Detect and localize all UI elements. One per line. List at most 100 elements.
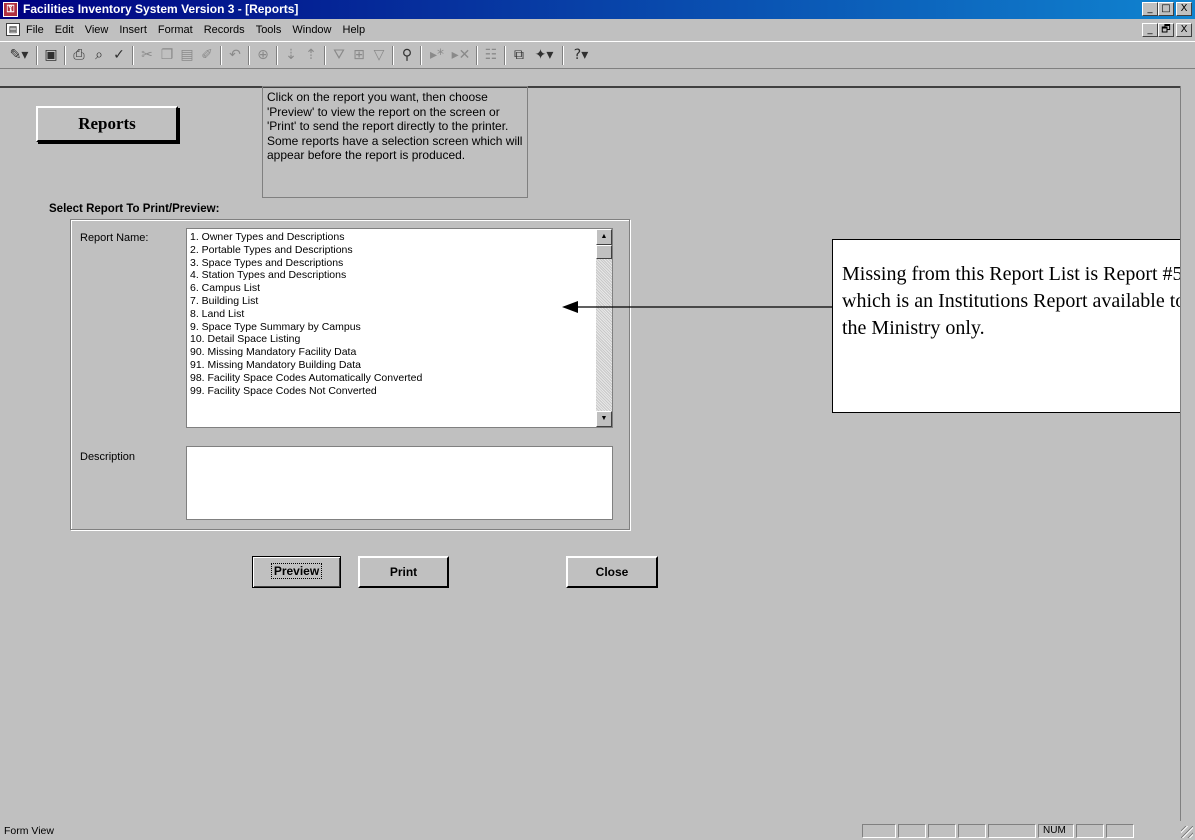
close-window-button[interactable]: X	[1176, 2, 1192, 16]
status-panes: NUM	[862, 824, 1134, 838]
num-lock-indicator: NUM	[1038, 824, 1074, 838]
sort-ascending-icon[interactable]: ⇣	[282, 46, 300, 64]
maximize-button[interactable]: □	[1158, 2, 1174, 16]
menu-insert[interactable]: Insert	[119, 24, 147, 36]
list-item[interactable]: 90. Missing Mandatory Facility Data	[190, 346, 585, 359]
menu-format[interactable]: Format	[158, 24, 193, 36]
toolbar-separator	[476, 46, 478, 65]
doc-minimize-button[interactable]: _	[1142, 23, 1158, 37]
select-report-label: Select Report To Print/Preview:	[49, 203, 220, 215]
document-controls: _ 🗗 X	[1142, 23, 1192, 37]
form-border	[0, 86, 1180, 88]
new-object-icon[interactable]: ✦▾	[530, 46, 558, 64]
list-item[interactable]: 2. Portable Types and Descriptions	[190, 244, 585, 257]
report-list-scrollbar[interactable]: ▲ ▼	[596, 229, 612, 427]
menu-bar: ▤ File Edit View Insert Format Records T…	[0, 20, 1195, 40]
list-item[interactable]: 98. Facility Space Codes Automatically C…	[190, 372, 585, 385]
list-item[interactable]: 9. Space Type Summary by Campus	[190, 321, 585, 334]
status-bar: Form View NUM	[0, 822, 1195, 840]
list-item[interactable]: 6. Campus List	[190, 282, 585, 295]
copy-icon[interactable]: ❐	[158, 46, 176, 64]
toolbar-separator	[64, 46, 66, 65]
callout-arrow	[562, 301, 832, 313]
list-item[interactable]: 91. Missing Mandatory Building Data	[190, 359, 585, 372]
menu-help[interactable]: Help	[343, 24, 366, 36]
properties-icon[interactable]: ☷	[482, 46, 500, 64]
window-controls: _ □ X	[1142, 2, 1192, 16]
filter-by-selection-icon[interactable]: ⛛	[330, 46, 348, 64]
status-pane	[898, 824, 926, 838]
status-pane	[1106, 824, 1134, 838]
menu-edit[interactable]: Edit	[55, 24, 74, 36]
description-field[interactable]	[186, 446, 613, 520]
list-item[interactable]: 3. Space Types and Descriptions	[190, 257, 585, 270]
window-title: Facilities Inventory System Version 3 - …	[23, 2, 299, 16]
list-item[interactable]: 7. Building List	[190, 295, 585, 308]
menu-window[interactable]: Window	[292, 24, 331, 36]
scroll-up-icon[interactable]: ▲	[596, 229, 612, 245]
status-pane	[928, 824, 956, 838]
design-view-icon[interactable]: ✎▾	[6, 46, 32, 64]
menu-tools[interactable]: Tools	[256, 24, 282, 36]
toolbar-separator	[392, 46, 394, 65]
report-list-items: 1. Owner Types and Descriptions 2. Porta…	[190, 231, 585, 397]
window-right-edge	[1180, 86, 1195, 821]
new-record-icon[interactable]: ▸*	[426, 46, 448, 64]
report-name-label: Report Name:	[80, 232, 149, 244]
list-item[interactable]: 8. Land List	[190, 308, 585, 321]
toolbar-separator	[276, 46, 278, 65]
print-button[interactable]: Print	[358, 556, 449, 588]
status-pane	[958, 824, 986, 838]
list-item[interactable]: 4. Station Types and Descriptions	[190, 269, 585, 282]
callout-note: Missing from this Report List is Report …	[832, 239, 1195, 413]
hyperlink-icon[interactable]: ⊕	[254, 46, 272, 64]
status-pane	[1076, 824, 1104, 838]
print-icon[interactable]: ⎙	[70, 46, 88, 64]
status-pane	[988, 824, 1036, 838]
toolbar: ✎▾ ▣ ⎙ ⌕ ✓ ✂ ❐ ▤ ✐ ↶ ⊕ ⇣ ⇡ ⛛ ⊞ ▽ ⚲ ▸* ▸✕…	[0, 41, 1195, 69]
apply-filter-icon[interactable]: ▽	[370, 46, 388, 64]
resize-grip-icon[interactable]	[1181, 826, 1193, 838]
minimize-button[interactable]: _	[1142, 2, 1158, 16]
report-list[interactable]: 1. Owner Types and Descriptions 2. Porta…	[186, 228, 613, 428]
paste-icon[interactable]: ▤	[178, 46, 196, 64]
database-window-icon[interactable]: ⧉	[510, 46, 528, 64]
spelling-icon[interactable]: ✓	[110, 46, 128, 64]
app-icon[interactable]: ⚿	[3, 2, 18, 17]
form-title: Reports	[78, 114, 136, 133]
save-icon[interactable]: ▣	[42, 46, 60, 64]
cut-icon[interactable]: ✂	[138, 46, 156, 64]
scroll-down-icon[interactable]: ▼	[596, 411, 612, 427]
undo-icon[interactable]: ↶	[226, 46, 244, 64]
menu-file[interactable]: File	[26, 24, 44, 36]
help-icon[interactable]: ?▾	[568, 46, 594, 64]
preview-button[interactable]: Preview	[252, 556, 341, 588]
toolbar-separator	[36, 46, 38, 65]
filter-by-form-icon[interactable]: ⊞	[350, 46, 368, 64]
scroll-thumb[interactable]	[596, 245, 612, 259]
delete-record-icon[interactable]: ▸✕	[450, 46, 472, 64]
doc-close-button[interactable]: X	[1176, 23, 1192, 37]
toolbar-separator	[562, 46, 564, 65]
close-button[interactable]: Close	[566, 556, 658, 588]
print-preview-icon[interactable]: ⌕	[90, 46, 108, 64]
menu-records[interactable]: Records	[204, 24, 245, 36]
status-text: Form View	[4, 825, 54, 837]
toolbar-separator	[220, 46, 222, 65]
format-painter-icon[interactable]: ✐	[198, 46, 216, 64]
status-pane	[862, 824, 896, 838]
preview-button-label: Preview	[270, 563, 323, 579]
find-icon[interactable]: ⚲	[398, 46, 416, 64]
toolbar-separator	[504, 46, 506, 65]
doc-restore-button[interactable]: 🗗	[1158, 23, 1174, 37]
sort-descending-icon[interactable]: ⇡	[302, 46, 320, 64]
toolbar-separator	[248, 46, 250, 65]
title-bar[interactable]: ⚿ Facilities Inventory System Version 3 …	[0, 0, 1195, 19]
menu-view[interactable]: View	[85, 24, 109, 36]
list-item[interactable]: 99. Facility Space Codes Not Converted	[190, 385, 585, 398]
list-item[interactable]: 10. Detail Space Listing	[190, 333, 585, 346]
toolbar-separator	[132, 46, 134, 65]
list-item[interactable]: 1. Owner Types and Descriptions	[190, 231, 585, 244]
form-icon[interactable]: ▤	[6, 23, 20, 36]
description-label: Description	[80, 451, 136, 463]
